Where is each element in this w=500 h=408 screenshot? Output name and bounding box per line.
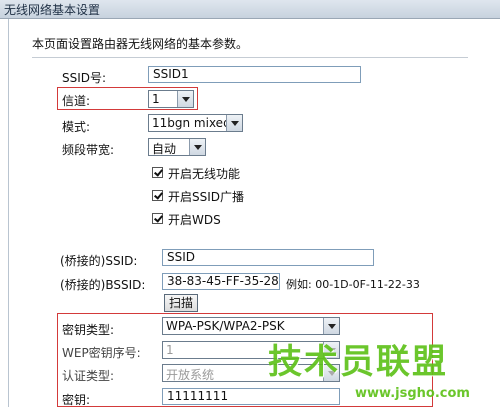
bridge-ssid-input[interactable]: SSID [162, 249, 374, 266]
mode-value: 11bgn mixed [152, 116, 231, 130]
enable-wds-label: 开启WDS [168, 213, 221, 227]
key-input[interactable]: 11111111 [162, 388, 340, 405]
mode-label: 模式: [62, 120, 91, 134]
key-label: 密钥: [62, 393, 91, 407]
intro-text: 本页面设置路由器无线网络的基本参数。 [32, 37, 249, 51]
ssid-broadcast-label: 开启SSID广播 [168, 190, 245, 204]
bridge-bssid-label: (桥接的)BSSID: [60, 278, 146, 292]
bridge-ssid-label: (桥接的)SSID: [60, 254, 138, 268]
mode-dropdown-arrow-icon[interactable] [226, 115, 242, 131]
auth-type-value: 开放系统 [166, 368, 215, 382]
ssid-input[interactable]: SSID1 [148, 66, 361, 83]
window-titlebar: 无线网络基本设置 [0, 0, 500, 19]
channel-select[interactable]: 1 [148, 90, 194, 108]
watermark-brand: 技术员联盟 [268, 342, 448, 382]
bssid-example-text: 例如: 00-1D-0F-11-22-33 [286, 278, 420, 291]
key-type-label: 密钥类型: [62, 323, 115, 337]
left-border [8, 19, 9, 407]
ssid-broadcast-checkbox[interactable] [152, 190, 163, 201]
enable-wds-checkbox[interactable] [152, 213, 163, 224]
bridge-bssid-input[interactable]: 38-83-45-FF-35-28 [162, 273, 280, 290]
divider-top [32, 57, 468, 58]
enable-wireless-checkbox[interactable] [152, 167, 163, 178]
channel-value: 1 [152, 92, 160, 106]
wep-index-value: 1 [166, 343, 174, 357]
bandwidth-select[interactable]: 自动 [148, 138, 206, 156]
key-type-select[interactable]: WPA-PSK/WPA2-PSK [162, 317, 340, 335]
scan-button[interactable]: 扫描 [164, 294, 198, 312]
key-type-dropdown-arrow-icon[interactable] [323, 318, 339, 334]
key-type-value: WPA-PSK/WPA2-PSK [166, 319, 285, 333]
channel-dropdown-arrow-icon[interactable] [177, 91, 193, 107]
watermark-url: www.jsgho.com [355, 386, 470, 401]
ssid-label: SSID号: [62, 71, 107, 85]
mode-select[interactable]: 11bgn mixed [148, 114, 243, 132]
wep-index-label: WEP密钥序号: [62, 346, 141, 360]
bandwidth-label: 频段带宽: [62, 143, 115, 157]
window-title: 无线网络基本设置 [4, 3, 101, 17]
auth-type-label: 认证类型: [62, 369, 115, 383]
enable-wireless-label: 开启无线功能 [168, 167, 241, 181]
bandwidth-value: 自动 [152, 142, 177, 156]
channel-label: 信道: [62, 94, 91, 108]
bandwidth-dropdown-arrow-icon[interactable] [189, 139, 205, 155]
